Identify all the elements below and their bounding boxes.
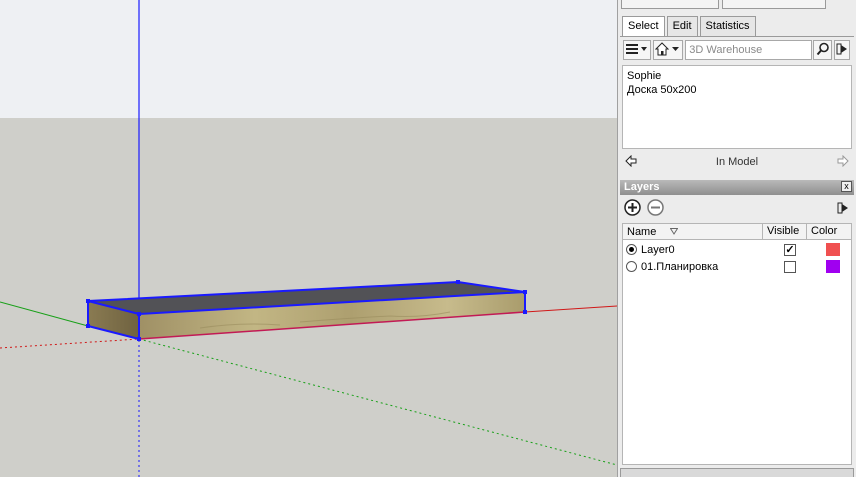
collapsed-panel-tab-3[interactable] <box>620 468 854 477</box>
active-layer-radio[interactable] <box>626 261 637 272</box>
tab-select[interactable]: Select <box>622 16 665 37</box>
tab-statistics[interactable]: Statistics <box>699 16 756 36</box>
remove-circle-icon[interactable] <box>647 199 664 219</box>
layers-table: Name Visible Color Layer0 ✓ 01.Планировк… <box>622 223 852 465</box>
tab-divider <box>620 36 854 37</box>
layer-name[interactable]: Layer0 <box>641 244 675 256</box>
layer-name[interactable]: 01.Планировка <box>641 261 718 273</box>
visible-checkbox[interactable] <box>784 260 796 273</box>
collapsed-panel-tab-2[interactable] <box>722 0 826 9</box>
visible-checkbox[interactable]: ✓ <box>784 243 796 256</box>
default-tray: Select Edit Statistics 3D Warehouse Soph… <box>617 0 856 477</box>
details-arrow-icon <box>836 42 848 59</box>
home-icon <box>655 41 681 59</box>
active-layer-radio[interactable] <box>626 244 637 255</box>
in-model-label[interactable]: In Model <box>716 156 758 168</box>
collapsed-panel-tab[interactable] <box>621 0 719 9</box>
navigation-home-button[interactable] <box>653 40 684 60</box>
layers-title: Layers <box>624 181 660 193</box>
layer-row[interactable]: Layer0 ✓ <box>623 241 851 258</box>
sort-triangle-icon <box>669 226 679 238</box>
component-owner: Sophie <box>627 70 662 82</box>
warehouse-search-input[interactable]: 3D Warehouse <box>685 40 813 60</box>
component-nav-bar: In Model <box>622 152 852 172</box>
layers-title-bar[interactable]: Layers x <box>620 180 854 195</box>
column-name[interactable]: Name <box>623 224 763 239</box>
view-options-button[interactable] <box>623 40 652 60</box>
search-button[interactable] <box>813 40 832 60</box>
details-arrow-icon[interactable] <box>837 201 849 218</box>
back-arrow-icon[interactable] <box>625 154 637 170</box>
layer-color-swatch[interactable] <box>826 243 840 256</box>
close-icon[interactable]: x <box>841 181 852 192</box>
column-color[interactable]: Color <box>807 224 847 239</box>
components-tabs: Select Edit Statistics <box>622 16 758 37</box>
layer-color-swatch[interactable] <box>826 260 840 273</box>
sky <box>0 0 617 118</box>
viewport-canvas[interactable] <box>0 0 617 477</box>
tab-edit[interactable]: Edit <box>666 16 698 36</box>
sketchup-window: Select Edit Statistics 3D Warehouse Soph… <box>0 0 856 477</box>
column-visible[interactable]: Visible <box>763 224 807 239</box>
details-button[interactable] <box>833 40 850 60</box>
forward-arrow-icon[interactable] <box>837 154 849 170</box>
component-name[interactable]: Доска 50x200 <box>627 83 847 97</box>
add-circle-icon[interactable] <box>624 199 641 219</box>
list-menu-icon <box>625 43 649 58</box>
magnifier-icon <box>816 42 830 59</box>
component-browser[interactable]: Sophie Доска 50x200 <box>622 65 852 149</box>
column-name-label: Name <box>627 225 657 238</box>
model-viewport[interactable] <box>0 0 617 477</box>
components-toolbar: 3D Warehouse <box>623 39 852 61</box>
layers-table-header: Name Visible Color <box>623 224 851 240</box>
layer-row[interactable]: 01.Планировка <box>623 258 851 275</box>
layers-toolbar <box>624 199 852 219</box>
